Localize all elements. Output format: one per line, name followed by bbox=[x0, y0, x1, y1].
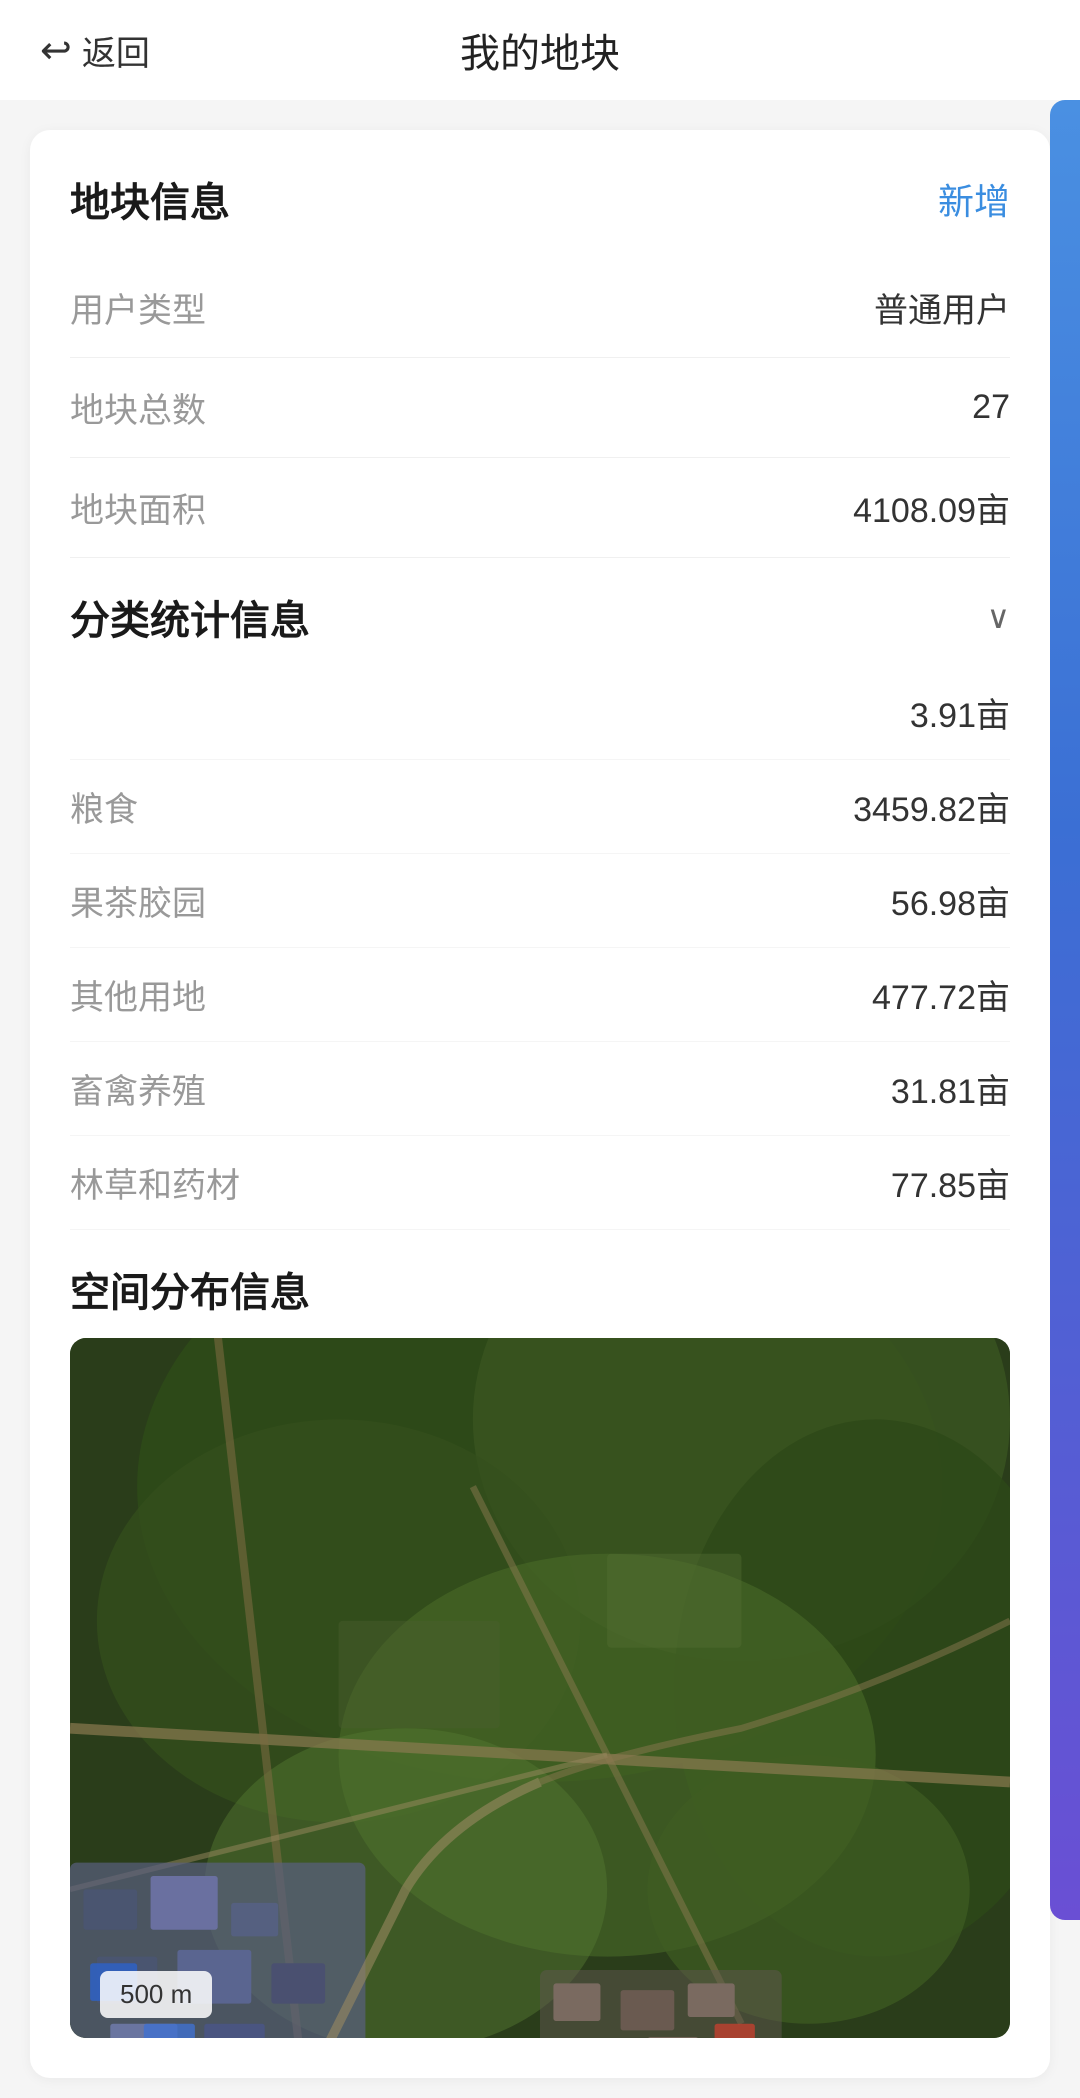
header: ↩ 返回 我的地块 bbox=[0, 0, 1080, 100]
back-label: 返回 bbox=[82, 26, 150, 75]
satellite-map[interactable]: 500 m bbox=[70, 1338, 1010, 2038]
classify-title: 分类统计信息 bbox=[70, 588, 310, 646]
land-count-row: 地块总数 27 bbox=[70, 358, 1010, 458]
accent-bar bbox=[1050, 100, 1080, 1920]
classify-value-other: 477.72亩 bbox=[872, 970, 1010, 1019]
back-button[interactable]: ↩ 返回 bbox=[40, 26, 150, 75]
add-land-button[interactable]: 新增 bbox=[938, 173, 1010, 225]
land-info-card: 地块信息 新增 用户类型 普通用户 地块总数 27 地块面积 4108.09亩 … bbox=[30, 130, 1050, 2078]
classify-value-0: 3.91亩 bbox=[910, 688, 1010, 737]
page-title: 我的地块 bbox=[460, 21, 620, 79]
classify-value-forest: 77.85亩 bbox=[891, 1158, 1010, 1207]
classify-row-fruit: 果茶胶园 56.98亩 bbox=[70, 854, 1010, 948]
land-area-row: 地块面积 4108.09亩 bbox=[70, 458, 1010, 558]
classify-label-forest: 林草和药材 bbox=[70, 1158, 240, 1207]
classify-row-grain: 粮食 3459.82亩 bbox=[70, 760, 1010, 854]
land-info-header: 地块信息 新增 bbox=[70, 170, 1010, 228]
chevron-down-icon[interactable]: ∨ bbox=[987, 598, 1010, 636]
classify-label-livestock: 畜禽养殖 bbox=[70, 1064, 206, 1113]
land-area-label: 地块面积 bbox=[70, 483, 206, 532]
classify-value-grain: 3459.82亩 bbox=[853, 782, 1010, 831]
map-scale-label: 500 m bbox=[100, 1971, 212, 2018]
land-info-title: 地块信息 bbox=[70, 170, 230, 228]
spatial-title-container: 空间分布信息 bbox=[70, 1230, 1010, 1338]
content-wrapper: 地块信息 新增 用户类型 普通用户 地块总数 27 地块面积 4108.09亩 … bbox=[0, 100, 1080, 2078]
user-type-label: 用户类型 bbox=[70, 283, 206, 332]
classify-row-0: 3.91亩 bbox=[70, 666, 1010, 760]
classify-row-livestock: 畜禽养殖 31.81亩 bbox=[70, 1042, 1010, 1136]
spatial-title: 空间分布信息 bbox=[70, 1271, 310, 1315]
classify-label-grain: 粮食 bbox=[70, 782, 138, 831]
land-count-label: 地块总数 bbox=[70, 383, 206, 432]
user-type-row: 用户类型 普通用户 bbox=[70, 258, 1010, 358]
user-type-value: 普通用户 bbox=[874, 283, 1010, 332]
classify-row-forest: 林草和药材 77.85亩 bbox=[70, 1136, 1010, 1230]
classify-header[interactable]: 分类统计信息 ∨ bbox=[70, 558, 1010, 666]
land-area-value: 4108.09亩 bbox=[853, 483, 1010, 532]
classify-label-fruit: 果茶胶园 bbox=[70, 876, 206, 925]
classify-value-livestock: 31.81亩 bbox=[891, 1064, 1010, 1113]
land-count-value: 27 bbox=[972, 388, 1010, 427]
classify-value-fruit: 56.98亩 bbox=[891, 876, 1010, 925]
classify-label-other: 其他用地 bbox=[70, 970, 206, 1019]
back-arrow-icon: ↩ bbox=[40, 28, 72, 73]
classify-row-other: 其他用地 477.72亩 bbox=[70, 948, 1010, 1042]
